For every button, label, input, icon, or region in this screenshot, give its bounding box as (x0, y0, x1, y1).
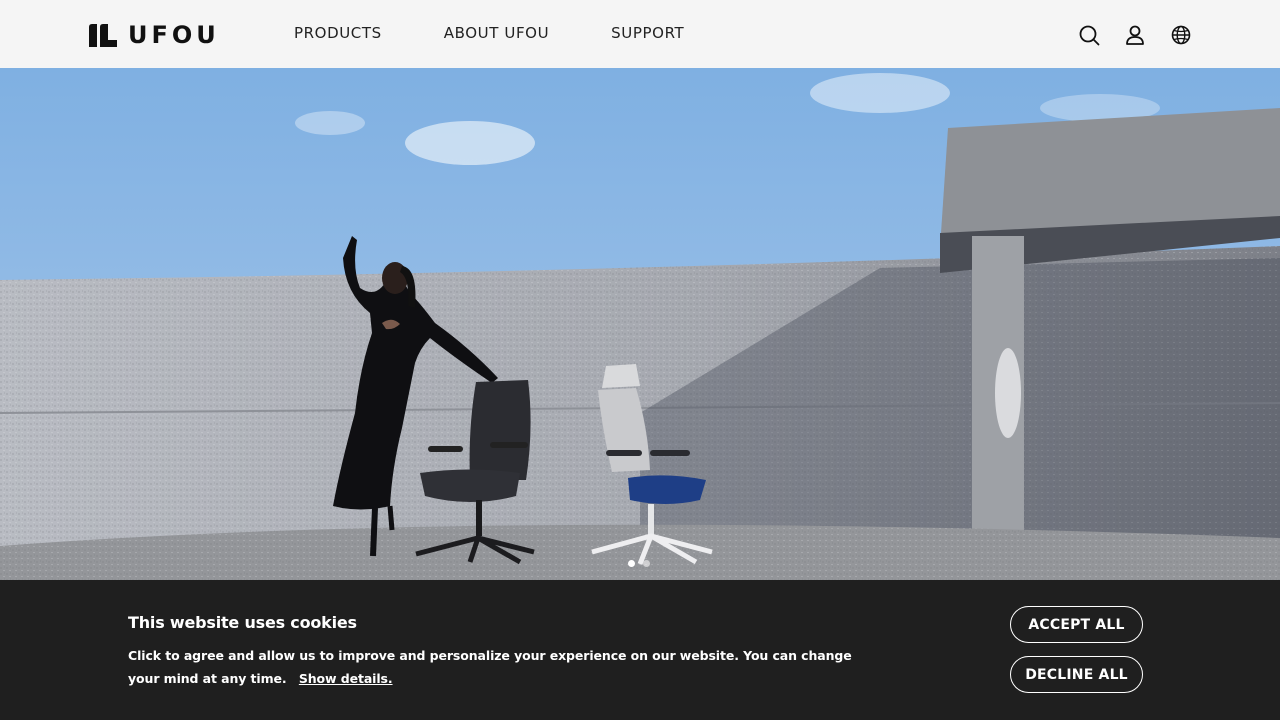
brand-logo[interactable]: UFOU (88, 22, 220, 48)
decline-all-button[interactable]: DECLINE ALL (1010, 656, 1143, 693)
show-details-link[interactable]: Show details. (299, 671, 393, 686)
brand-name: UFOU (128, 21, 220, 49)
globe-icon[interactable] (1170, 24, 1192, 46)
site-header: UFOU PRODUCTS ABOUT UFOU SUPPORT (0, 0, 1280, 68)
nav-item-products[interactable]: PRODUCTS (294, 22, 382, 44)
cookie-title: This website uses cookies (128, 613, 357, 632)
logo-mark-icon (89, 24, 117, 47)
nav-item-support[interactable]: SUPPORT (611, 22, 684, 44)
main-nav: PRODUCTS ABOUT UFOU SUPPORT (294, 22, 746, 44)
user-icon[interactable] (1124, 24, 1146, 46)
header-icons (1078, 24, 1192, 46)
hero-banner[interactable] (0, 68, 1280, 580)
search-icon[interactable] (1078, 24, 1100, 46)
carousel-dots (628, 560, 650, 567)
carousel-dot-2[interactable] (643, 560, 650, 567)
cookie-text-block: Click to agree and allow us to improve a… (128, 644, 868, 690)
hero-image (0, 68, 1280, 580)
cookie-banner: This website uses cookies Click to agree… (0, 580, 1280, 720)
nav-item-about[interactable]: ABOUT UFOU (444, 22, 549, 44)
carousel-dot-1[interactable] (628, 560, 635, 567)
cookie-text: Click to agree and allow us to improve a… (128, 648, 852, 686)
accept-all-button[interactable]: ACCEPT ALL (1010, 606, 1143, 643)
